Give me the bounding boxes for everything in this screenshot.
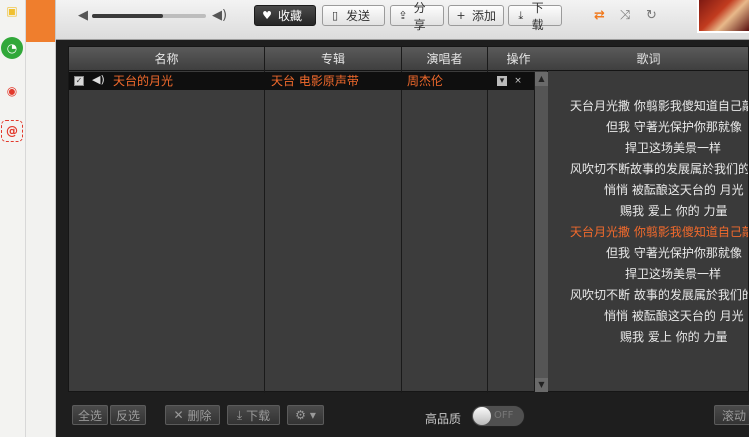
- playing-speaker-icon: ◀): [92, 73, 105, 86]
- download-label: 下载: [531, 0, 544, 32]
- settings-dropdown-button[interactable]: ⚙ ▾: [287, 405, 324, 425]
- favorite-label: 收藏: [278, 9, 303, 23]
- send-button[interactable]: ▯ 发送: [322, 5, 385, 26]
- lyric-line: 风吹切不断 故事的发展属於我们的: [570, 288, 749, 302]
- column-header-album-label: 专辑: [320, 52, 345, 66]
- select-all-button[interactable]: 全选: [72, 405, 108, 425]
- column-header-artist[interactable]: 演唱者: [402, 47, 487, 71]
- plus-icon: +: [456, 9, 466, 22]
- lyric-line: 赐我 爱上 你的 力量: [620, 330, 728, 344]
- music-player-window: ◀ ◀) ♥ 收藏 ▯ 发送 ⇪ 分享 + 添加 ⤓ 下载 ⇄ ⤨ ↻ 名称 专…: [56, 0, 749, 437]
- scroll-up-icon[interactable]: ▲: [535, 72, 548, 86]
- high-quality-toggle[interactable]: OFF: [471, 405, 525, 427]
- shuffle-icon[interactable]: ⤨: [620, 8, 630, 23]
- column-divider: [401, 47, 402, 393]
- playlist-table: 名称 专辑 演唱者 操作 ✓ ◀) 天台的月光 天台 电影原声带 周杰伦 ▾ ×: [68, 46, 549, 393]
- download-button[interactable]: ⤓ 下载: [508, 1, 562, 32]
- lyric-line: 赐我 爱上 你的 力量: [620, 204, 728, 218]
- lyrics-header: 歌词: [548, 47, 748, 71]
- add-label: 添加: [472, 9, 497, 23]
- delete-button[interactable]: ✕ 删除: [165, 405, 220, 425]
- repeat-one-icon[interactable]: ↻: [646, 8, 657, 23]
- column-header-action-label: 操作: [506, 52, 531, 66]
- invert-selection-button[interactable]: 反选: [110, 405, 146, 425]
- desktop-dock: ▣ ◔ ◉ @: [0, 0, 26, 437]
- weibo-icon[interactable]: ◉: [1, 80, 23, 102]
- column-divider: [264, 47, 265, 393]
- lyrics-header-label: 歌词: [636, 52, 661, 66]
- gear-icon: ⚙: [295, 408, 306, 422]
- select-all-label: 全选: [77, 408, 102, 423]
- row-remove-icon[interactable]: ×: [513, 76, 523, 86]
- playlist-footer: 全选 反选 ✕ 删除 ⤓ 下载 ⚙ ▾ 高品质 OFF 滚动: [68, 396, 749, 432]
- close-icon: ✕: [173, 408, 184, 422]
- repeat-list-icon[interactable]: ⇄: [594, 8, 605, 23]
- lyric-line: 捍卫这场美景一样: [625, 141, 722, 155]
- app-root: ▣ ◔ ◉ @ ◀ ◀) ♥ 收藏 ▯ 发送 ⇪ 分享 + 添加 ⤓ 下载 ⇄ …: [0, 0, 749, 437]
- volume-fill: [92, 14, 163, 18]
- mail-icon[interactable]: @: [1, 120, 23, 142]
- column-header-name[interactable]: 名称: [69, 47, 264, 71]
- download-icon: ⤓: [518, 8, 524, 22]
- lyric-line: 天台月光撒 你翦影我傻知道自己敲: [570, 225, 749, 239]
- lyric-line: 但我 守著光保护你那就像: [606, 246, 742, 260]
- add-button[interactable]: + 添加: [448, 5, 504, 26]
- lyric-line: 风吹切不断故事的发展属於我们的: [570, 162, 749, 176]
- column-header-name-label: 名称: [154, 52, 179, 66]
- volume-slider[interactable]: [92, 14, 206, 18]
- clock-icon[interactable]: ◔: [1, 37, 23, 59]
- toggle-knob: [473, 407, 491, 425]
- column-header-action: 操作: [488, 47, 549, 71]
- heart-icon: ♥: [262, 9, 272, 22]
- share-icon: ⇪: [398, 9, 408, 22]
- lyric-line: 天台月光撒 你翦影我傻知道自己敲: [570, 99, 749, 113]
- toggle-state-label: OFF: [494, 410, 514, 421]
- lyric-line: 捍卫这场美景一样: [625, 267, 722, 281]
- row-menu-icon[interactable]: ▾: [497, 76, 507, 86]
- track-name: 天台的月光: [113, 74, 174, 88]
- column-header-album[interactable]: 专辑: [265, 47, 401, 71]
- track-album: 天台 电影原声带: [271, 74, 359, 88]
- download-icon: ⤓: [236, 407, 243, 422]
- send-label: 发送: [346, 9, 371, 23]
- column-divider: [487, 47, 488, 393]
- share-label: 分享: [413, 0, 426, 32]
- favorite-button[interactable]: ♥ 收藏: [254, 5, 316, 26]
- lyrics-panel: 歌词 天台月光撒 你翦影我傻知道自己敲 但我 守著光保护你那就像 捍卫这场美景一…: [548, 46, 749, 392]
- scroll-down-icon[interactable]: ▼: [535, 378, 548, 392]
- volume-mute-icon[interactable]: ◀: [78, 9, 92, 23]
- album-cover-thumbnail[interactable]: [697, 0, 749, 33]
- playlist-scrollbar[interactable]: ▲ ▼: [534, 72, 548, 392]
- folder-icon[interactable]: ▣: [1, 0, 23, 22]
- lyric-line: 悄悄 被酝酿这天台的 月光: [604, 309, 744, 323]
- batch-download-label: 下载: [246, 408, 271, 423]
- row-checkbox[interactable]: ✓: [74, 76, 84, 86]
- lyric-line: 悄悄 被酝酿这天台的 月光: [604, 183, 744, 197]
- player-toolbar: ◀ ◀) ♥ 收藏 ▯ 发送 ⇪ 分享 + 添加 ⤓ 下载 ⇄ ⤨ ↻: [56, 0, 749, 40]
- invert-selection-label: 反选: [115, 408, 140, 423]
- phone-icon: ▯: [331, 9, 339, 22]
- share-button[interactable]: ⇪ 分享: [390, 1, 444, 32]
- delete-label: 删除: [187, 408, 212, 423]
- volume-up-icon[interactable]: ◀): [212, 9, 227, 23]
- lyric-line: 但我 守著光保护你那就像: [606, 120, 742, 134]
- chevron-down-icon: ▾: [309, 408, 316, 422]
- track-artist: 周杰伦: [407, 74, 444, 88]
- lyrics-scroll-button[interactable]: 滚动: [714, 405, 749, 425]
- lyrics-scroll-label: 滚动: [721, 408, 746, 423]
- side-panel-strip: [26, 0, 56, 437]
- batch-download-button[interactable]: ⤓ 下载: [227, 405, 280, 425]
- high-quality-label: 高品质: [425, 412, 462, 426]
- column-header-artist-label: 演唱者: [426, 52, 463, 66]
- table-row[interactable]: ✓ ◀) 天台的月光 天台 电影原声带 周杰伦 ▾ ×: [69, 72, 534, 90]
